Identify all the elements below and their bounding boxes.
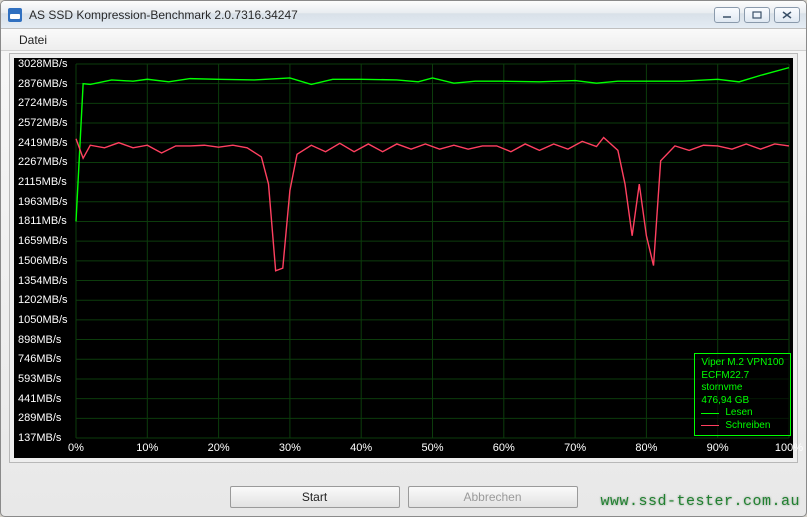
y-tick-label: 2267MB/s [18,156,68,168]
y-tick-label: 1506MB/s [18,255,68,267]
y-tick-label: 2572MB/s [18,117,68,129]
device-line-1: Viper M.2 VPN100 [701,357,784,370]
app-window: AS SSD Kompression-Benchmark 2.0.7316.34… [0,0,807,517]
y-tick-label: 1963MB/s [18,196,68,208]
chart-plot: Viper M.2 VPN100 ECFM22.7 stornvme 476,9… [14,58,793,458]
legend-row-write: Schreiben [701,420,784,433]
x-tick-label: 90% [707,442,729,454]
x-tick-label: 50% [421,442,443,454]
y-tick-label: 1050MB/s [18,314,68,326]
legend-swatch-read [701,413,719,414]
x-tick-label: 20% [208,442,230,454]
x-tick-label: 70% [564,442,586,454]
cancel-button[interactable]: Abbrechen [408,486,578,508]
button-row: Start Abbrechen [1,486,806,508]
maximize-button[interactable] [744,7,770,23]
y-tick-label: 289MB/s [18,412,61,424]
y-tick-label: 2724MB/s [18,97,68,109]
app-icon [7,7,23,23]
y-tick-label: 3028MB/s [18,58,68,70]
legend-box: Viper M.2 VPN100 ECFM22.7 stornvme 476,9… [694,353,791,436]
x-tick-label: 0% [68,442,84,454]
device-line-2: ECFM22.7 [701,370,784,383]
legend-swatch-write [701,425,719,426]
device-line-3: stornvme [701,382,784,395]
y-tick-label: 1202MB/s [18,294,68,306]
y-tick-label: 1354MB/s [18,275,68,287]
y-tick-label: 441MB/s [18,393,61,405]
titlebar: AS SSD Kompression-Benchmark 2.0.7316.34… [1,1,806,29]
x-tick-label: 10% [136,442,158,454]
y-tick-label: 1811MB/s [18,215,67,227]
y-tick-label: 746MB/s [18,353,61,365]
y-tick-label: 2876MB/s [18,78,68,90]
x-tick-label: 100% [775,442,803,454]
start-button[interactable]: Start [230,486,400,508]
menu-datei[interactable]: Datei [11,30,55,50]
menubar: Datei [1,29,806,51]
device-line-4: 476,94 GB [701,395,784,408]
chart-panel: Viper M.2 VPN100 ECFM22.7 stornvme 476,9… [9,53,798,463]
y-tick-label: 593MB/s [18,373,61,385]
y-tick-label: 2115MB/s [18,176,67,188]
x-tick-label: 40% [350,442,372,454]
legend-label-write: Schreiben [725,420,770,433]
y-tick-label: 137MB/s [18,432,61,444]
window-title: AS SSD Kompression-Benchmark 2.0.7316.34… [29,8,714,22]
x-tick-label: 80% [635,442,657,454]
close-button[interactable] [774,7,800,23]
window-button-group [714,7,800,23]
minimize-button[interactable] [714,7,740,23]
x-tick-label: 30% [279,442,301,454]
y-tick-label: 1659MB/s [18,235,68,247]
legend-row-read: Lesen [701,407,784,420]
y-tick-label: 2419MB/s [18,137,68,149]
legend-label-read: Lesen [725,407,752,420]
y-tick-label: 898MB/s [18,334,61,346]
x-tick-label: 60% [493,442,515,454]
